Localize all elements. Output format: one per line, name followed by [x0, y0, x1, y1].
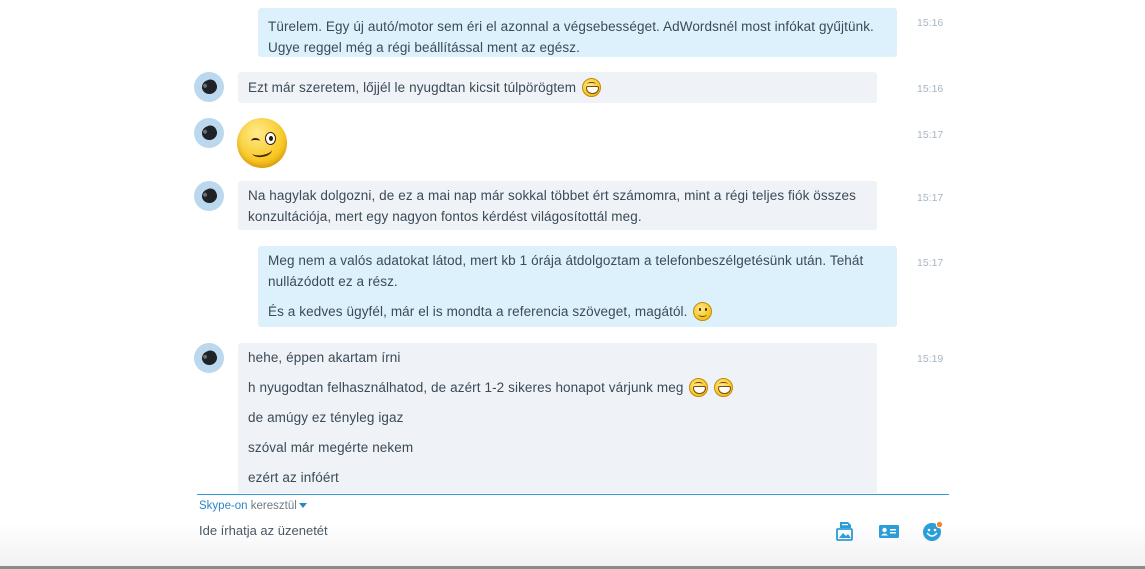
message-text: szóval már megérte nekem	[248, 440, 414, 455]
message-timestamp: 15:19	[917, 353, 944, 365]
avatar[interactable]	[194, 181, 224, 211]
message-input[interactable]: Ide írhatja az üzenetét	[199, 523, 328, 538]
message-bubble-incoming[interactable]: hehe, éppen akartam írni h nyugodtan fel…	[238, 343, 877, 493]
send-contact-icon[interactable]	[878, 520, 900, 542]
message-text: hehe, éppen akartam írni	[248, 350, 401, 365]
message-text: Ezt már szeretem, lőjjél le nyugdtan kic…	[248, 80, 577, 95]
message-bubble-outgoing[interactable]: Türelem. Egy új autó/motor sem éri el az…	[258, 8, 897, 57]
send-via-selector[interactable]: Skype-on keresztül	[199, 500, 307, 512]
send-media-icon[interactable]	[834, 520, 856, 542]
smile-emoticon-icon	[693, 302, 713, 321]
grin-emoticon-icon	[689, 378, 709, 397]
send-via-link[interactable]: Skype-on	[199, 500, 248, 512]
grin-emoticon-icon	[714, 378, 734, 397]
message-timestamp: 15:17	[917, 192, 944, 204]
message-bubble-incoming[interactable]: Ezt már szeretem, lőjjél le nyugdtan kic…	[238, 72, 877, 103]
message-timestamp: 15:16	[917, 83, 944, 95]
message-history: Türelem. Egy új autó/motor sem éri el az…	[0, 0, 1145, 493]
message-composer: Skype-on keresztül Ide írhatja az üzenet…	[0, 493, 1145, 569]
message-text: h nyugodtan felhasználhatod, de azért 1-…	[248, 380, 684, 395]
message-text: Meg nem a valós adatokat látod, mert kb …	[268, 253, 864, 289]
message-text: És a kedves ügyfél, már el is mondta a r…	[268, 304, 688, 319]
message-text: ezért az infóért	[248, 470, 339, 485]
message-timestamp: 15:17	[917, 257, 944, 269]
message-bubble-outgoing[interactable]: Meg nem a valós adatokat látod, mert kb …	[258, 246, 897, 327]
message-timestamp: 15:17	[917, 129, 944, 141]
avatar[interactable]	[194, 72, 224, 102]
grin-emoticon-icon	[582, 78, 601, 97]
composer-divider	[197, 494, 949, 495]
message-text: Türelem. Egy új autó/motor sem éri el az…	[268, 19, 874, 55]
avatar[interactable]	[194, 118, 224, 148]
message-text: Na hagylak dolgozni, de ez a mai nap már…	[248, 188, 856, 224]
avatar[interactable]	[194, 343, 224, 373]
message-bubble-incoming[interactable]: Na hagylak dolgozni, de ez a mai nap már…	[238, 181, 877, 230]
emoticon-picker-icon[interactable]	[922, 520, 944, 542]
wink-emoticon-icon	[237, 118, 287, 168]
send-via-label: keresztül	[247, 500, 297, 512]
chevron-down-icon[interactable]	[298, 503, 307, 508]
message-timestamp: 15:16	[917, 17, 944, 29]
message-text: de amúgy ez tényleg igaz	[248, 410, 404, 425]
